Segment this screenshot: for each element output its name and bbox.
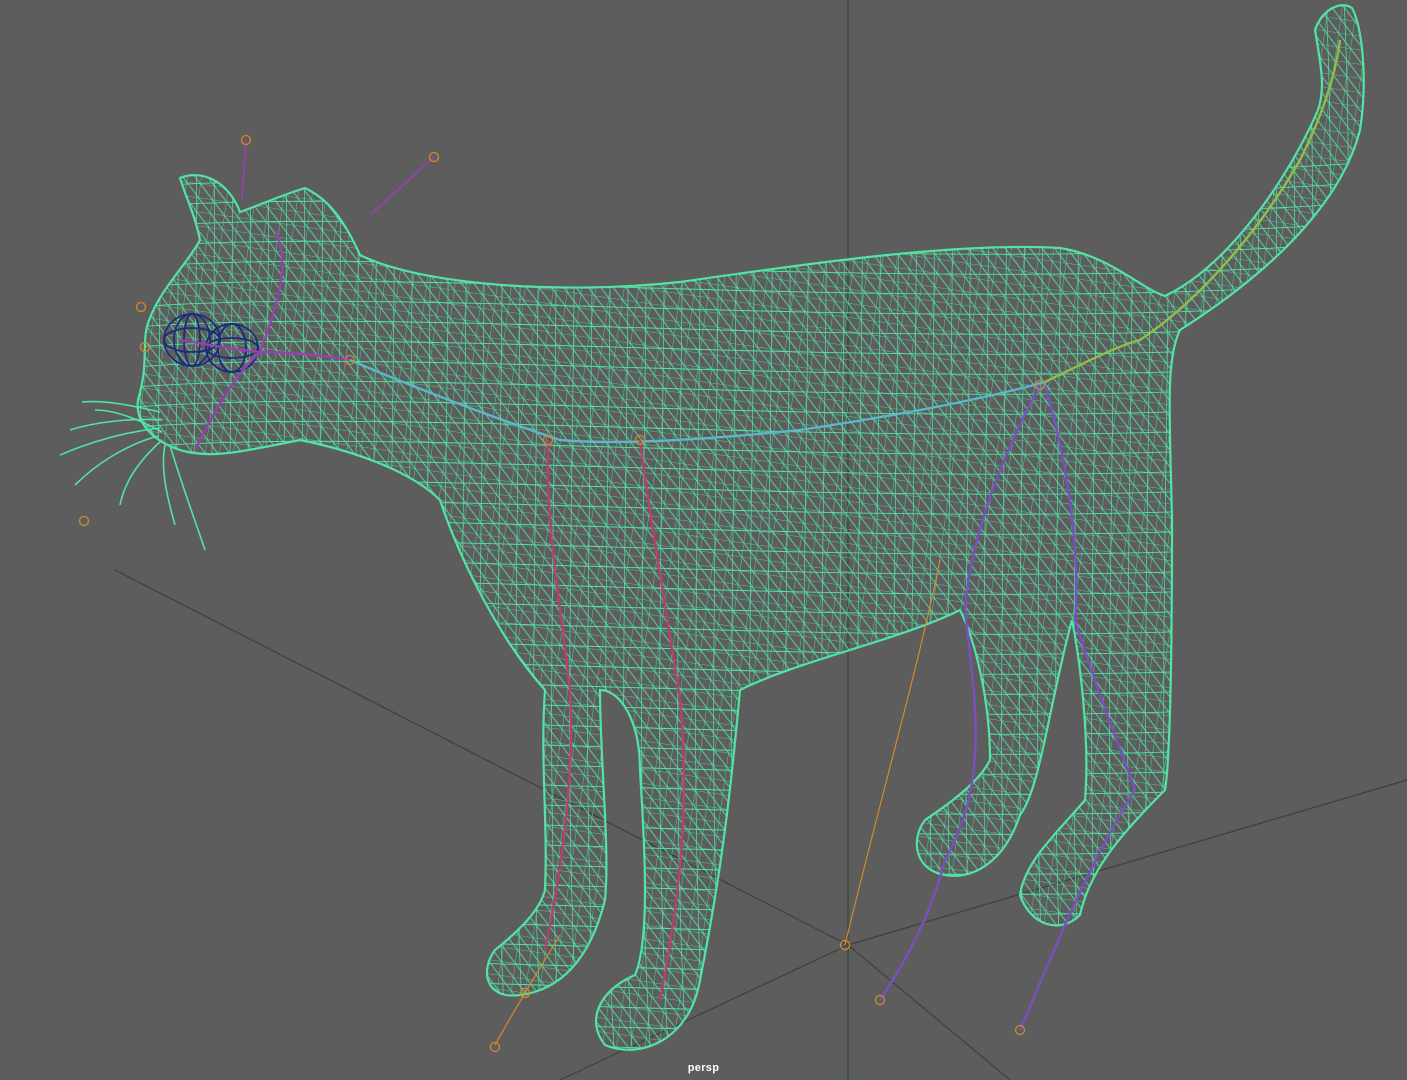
cat-mesh[interactable] (0, 0, 1407, 1080)
mesh-edge-ring (245, 5, 257, 1050)
mesh-edge-ring (371, 5, 383, 1050)
grid-line (847, 944, 1011, 1080)
perspective-viewport[interactable]: persp (0, 0, 1407, 1080)
mesh-edge-ring (209, 5, 221, 1050)
mesh-edge-ring (317, 5, 329, 1050)
camera-name-label: persp (687, 1062, 720, 1074)
joint-locator-icon (135, 301, 147, 313)
mesh-edge-loop (137, 759, 1364, 775)
mesh-edge-ring (1253, 5, 1265, 1050)
mesh-edge-ring (1199, 5, 1211, 1050)
mesh-edge-loop (137, 159, 1364, 175)
mesh-edge-loop (137, 999, 1364, 1015)
mesh-edge-ring (353, 5, 365, 1050)
mesh-edge-loop (137, 819, 1364, 835)
mesh-edge-ring (137, 5, 149, 1050)
mesh-edge-ring (227, 5, 239, 1050)
mesh-edge-ring (1271, 5, 1283, 1050)
mesh-edge-ring (191, 5, 203, 1050)
mesh-edge-loop (137, 899, 1364, 915)
mesh-edge-ring (263, 5, 275, 1050)
mesh-edge-loop (137, 979, 1364, 995)
mesh-edge-loop (137, 1039, 1364, 1050)
mesh-edge-ring (281, 5, 293, 1050)
mesh-edge-ring (173, 5, 185, 1050)
mesh-edge-loop (137, 859, 1364, 875)
mesh-edge-loop (137, 839, 1364, 855)
mesh-edge-loop (137, 699, 1364, 715)
mesh-edge-loop (137, 959, 1364, 975)
mesh-edge-ring (155, 5, 167, 1050)
mesh-edge-ring (1361, 5, 1364, 1050)
mesh-wireframe-fill (137, 5, 1364, 1050)
mesh-edge-loop (137, 939, 1364, 955)
mesh-edge-ring (1181, 5, 1193, 1050)
mesh-edge-loop (137, 799, 1364, 815)
mesh-edge-ring (1235, 5, 1247, 1050)
mesh-edge-ring (335, 5, 347, 1050)
joint-locator-icon (78, 515, 90, 527)
mesh-edge-loop (137, 739, 1364, 755)
ear-joint-left[interactable] (241, 139, 247, 201)
mesh-edge-loop (137, 1019, 1364, 1035)
mesh-edge-loop (137, 779, 1364, 795)
mesh-edge-loop (137, 719, 1364, 735)
mesh-edge-loop (137, 879, 1364, 895)
mesh-edge-loop (137, 919, 1364, 935)
mesh-edge-ring (443, 5, 455, 1050)
scene-canvas[interactable] (0, 0, 1407, 1080)
mesh-edge-ring (407, 5, 419, 1050)
mesh-edge-ring (389, 5, 401, 1050)
ear-joint-right[interactable] (369, 156, 435, 216)
mesh-edge-ring (1217, 5, 1229, 1050)
mesh-edge-ring (120, 0, 130, 1080)
mesh-edge-ring (299, 5, 311, 1050)
